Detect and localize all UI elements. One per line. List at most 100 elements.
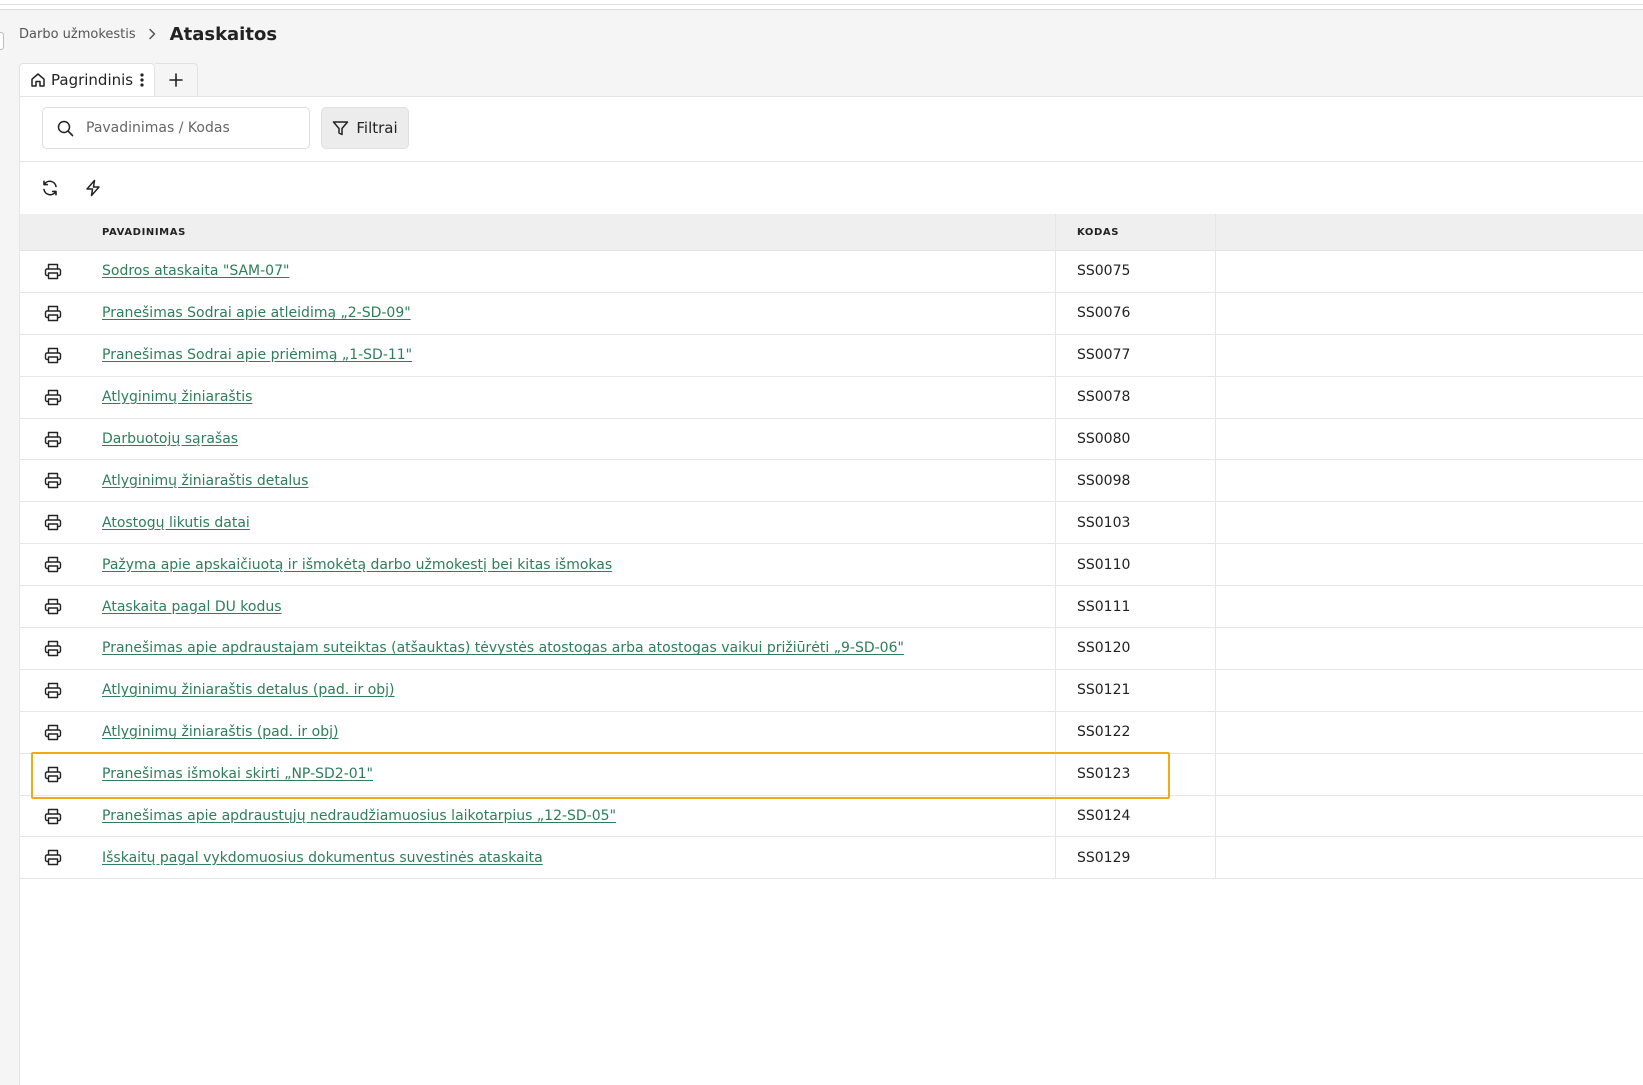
report-link[interactable]: Pranešimas išmokai skirti „NP-SD2-01" xyxy=(102,766,373,782)
table-row[interactable]: Atlyginimų žiniaraštis SS0078 xyxy=(20,376,1643,419)
tab-bar: Pagrindinis xyxy=(19,63,199,96)
report-link[interactable]: Pranešimas Sodrai apie priėmimą „1-SD-11… xyxy=(102,347,412,363)
table-header: PAVADINIMAS KODAS xyxy=(20,214,1643,251)
report-link[interactable]: Pranešimas apie apdraustajam suteiktas (… xyxy=(102,640,904,656)
report-name-cell: Pranešimas apie apdraustųjų nedraudžiamu… xyxy=(102,796,616,837)
print-icon[interactable] xyxy=(44,419,62,460)
column-divider xyxy=(1055,795,1056,837)
search-input[interactable] xyxy=(84,119,284,137)
column-divider xyxy=(1215,214,1216,250)
table-row[interactable]: Pranešimas apie apdraustųjų nedraudžiamu… xyxy=(20,795,1643,838)
print-icon[interactable] xyxy=(44,837,62,878)
report-link[interactable]: Atlyginimų žiniaraštis xyxy=(102,389,252,405)
filter-icon xyxy=(332,120,349,137)
report-link[interactable]: Atlyginimų žiniaraštis detalus xyxy=(102,473,308,489)
report-code-cell: SS0098 xyxy=(1077,472,1131,489)
column-divider xyxy=(1055,669,1056,711)
column-divider xyxy=(1055,837,1056,879)
search-box[interactable] xyxy=(42,107,310,149)
column-divider xyxy=(1215,795,1216,837)
column-divider xyxy=(1215,669,1216,711)
report-name-cell: Atlyginimų žiniaraštis (pad. ir obj) xyxy=(102,712,338,753)
table-row[interactable]: Pranešimas Sodrai apie priėmimą „1-SD-11… xyxy=(20,334,1643,377)
report-link[interactable]: Sodros ataskaita "SAM-07" xyxy=(102,263,289,279)
report-code-cell: SS0129 xyxy=(1077,849,1131,866)
tab-pagrindinis[interactable]: Pagrindinis xyxy=(19,63,156,96)
report-name-cell: Išskaitų pagal vykdomuosius dokumentus s… xyxy=(102,837,543,878)
report-link[interactable]: Atlyginimų žiniaraštis detalus (pad. ir … xyxy=(102,682,395,698)
report-name-cell: Pažyma apie apskaičiuotą ir išmokėtą dar… xyxy=(102,544,612,585)
browser-top-edge xyxy=(0,0,1643,10)
report-link[interactable]: Pažyma apie apskaičiuotą ir išmokėtą dar… xyxy=(102,557,612,573)
print-icon[interactable] xyxy=(44,293,62,334)
report-link[interactable]: Pranešimas apie apdraustųjų nedraudžiamu… xyxy=(102,808,616,824)
filter-button[interactable]: Filtrai xyxy=(321,107,409,149)
print-icon[interactable] xyxy=(44,670,62,711)
column-divider xyxy=(1055,334,1056,376)
report-name-cell: Sodros ataskaita "SAM-07" xyxy=(102,251,289,292)
column-divider xyxy=(1215,628,1216,669)
kebab-menu-icon[interactable] xyxy=(140,72,144,88)
column-divider xyxy=(1215,586,1216,628)
column-divider xyxy=(1215,460,1216,502)
print-icon[interactable] xyxy=(44,796,62,837)
report-link[interactable]: Ataskaita pagal DU kodus xyxy=(102,599,282,615)
report-code-cell: SS0121 xyxy=(1077,682,1131,699)
report-name-cell: Darbuotojų sąrašas xyxy=(102,419,238,460)
table-row[interactable]: Atostogų likutis datai SS0103 xyxy=(20,502,1643,545)
column-header-name[interactable]: PAVADINIMAS xyxy=(102,214,186,251)
table-row[interactable]: Ataskaita pagal DU kodus SS0111 xyxy=(20,586,1643,629)
report-code-cell: SS0075 xyxy=(1077,263,1131,280)
report-link[interactable]: Darbuotojų sąrašas xyxy=(102,431,238,447)
print-icon[interactable] xyxy=(44,251,62,292)
column-divider xyxy=(1055,586,1056,628)
print-icon[interactable] xyxy=(44,335,62,376)
refresh-button[interactable] xyxy=(40,178,60,198)
column-divider xyxy=(1215,376,1216,418)
side-collapse-handle[interactable] xyxy=(0,32,4,50)
table-row[interactable]: Darbuotojų sąrašas SS0080 xyxy=(20,418,1643,461)
table-row[interactable]: Pranešimas Sodrai apie atleidimą „2-SD-0… xyxy=(20,292,1643,335)
breadcrumb-parent[interactable]: Darbo užmokestis xyxy=(19,27,136,42)
column-divider xyxy=(1055,214,1056,250)
add-tab-button[interactable] xyxy=(155,63,199,96)
column-divider xyxy=(1055,711,1056,753)
print-icon[interactable] xyxy=(44,628,62,669)
print-icon[interactable] xyxy=(44,460,62,501)
column-divider xyxy=(1215,251,1216,292)
report-link[interactable]: Išskaitų pagal vykdomuosius dokumentus s… xyxy=(102,850,543,866)
table-row[interactable]: Atlyginimų žiniaraštis detalus (pad. ir … xyxy=(20,669,1643,712)
column-divider xyxy=(1215,334,1216,376)
table-row[interactable]: Sodros ataskaita "SAM-07" SS0075 xyxy=(20,251,1643,293)
quick-action-button[interactable] xyxy=(83,178,103,198)
report-link[interactable]: Pranešimas Sodrai apie atleidimą „2-SD-0… xyxy=(102,305,411,321)
report-name-cell: Atlyginimų žiniaraštis detalus (pad. ir … xyxy=(102,670,395,711)
table-row[interactable]: Pranešimas apie apdraustajam suteiktas (… xyxy=(20,628,1643,670)
report-code-cell: SS0078 xyxy=(1077,389,1131,406)
toolbar-divider xyxy=(20,161,1643,162)
refresh-icon xyxy=(41,179,59,197)
print-icon[interactable] xyxy=(44,586,62,627)
column-divider xyxy=(1055,544,1056,586)
table-row[interactable]: Atlyginimų žiniaraštis (pad. ir obj) SS01… xyxy=(20,711,1643,754)
table-row[interactable]: Pažyma apie apskaičiuotą ir išmokėtą dar… xyxy=(20,544,1643,587)
print-icon[interactable] xyxy=(44,377,62,418)
column-divider xyxy=(1215,418,1216,460)
table-row[interactable]: Išskaitų pagal vykdomuosius dokumentus s… xyxy=(20,837,1643,880)
column-header-code[interactable]: KODAS xyxy=(1077,214,1119,251)
report-link[interactable]: Atlyginimų žiniaraštis (pad. ir obj) xyxy=(102,724,338,740)
print-icon[interactable] xyxy=(44,544,62,585)
column-divider xyxy=(1215,711,1216,753)
print-icon[interactable] xyxy=(44,754,62,795)
print-icon[interactable] xyxy=(44,502,62,543)
report-name-cell: Pranešimas Sodrai apie priėmimą „1-SD-11… xyxy=(102,335,412,376)
column-divider xyxy=(1215,502,1216,544)
report-code-cell: SS0077 xyxy=(1077,347,1131,364)
table-row[interactable]: Pranešimas išmokai skirti „NP-SD2-01" SS0… xyxy=(20,753,1643,796)
tab-label: Pagrindinis xyxy=(51,71,134,89)
column-divider xyxy=(1055,753,1056,795)
table-row[interactable]: Atlyginimų žiniaraštis detalus SS0098 xyxy=(20,460,1643,503)
page-title: Ataskaitos xyxy=(169,23,278,45)
print-icon[interactable] xyxy=(44,712,62,753)
report-link[interactable]: Atostogų likutis datai xyxy=(102,515,250,531)
